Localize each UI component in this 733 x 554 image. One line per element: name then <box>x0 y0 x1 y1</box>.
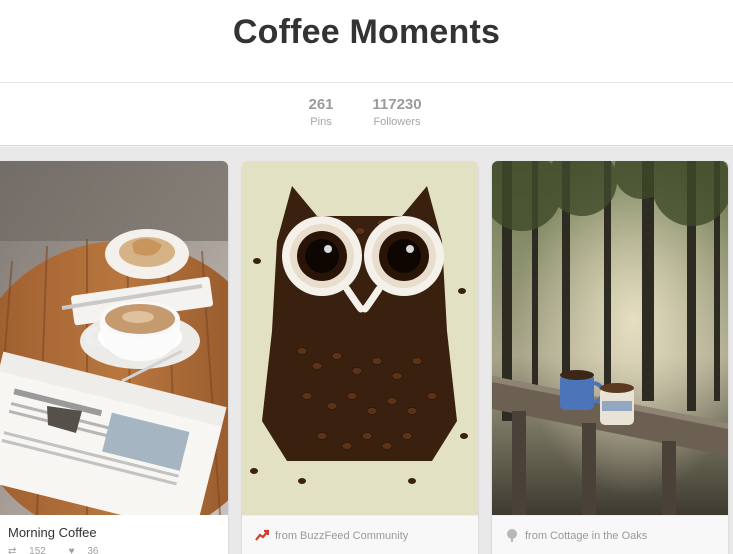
pins-count: 261 <box>308 96 334 113</box>
pin-source-text: from Cottage in the Oaks <box>525 530 648 542</box>
pin-image[interactable] <box>242 161 478 515</box>
heart-icon: ♥ <box>68 546 75 554</box>
pin-source-bar[interactable]: from Cottage in the Oaks <box>492 515 728 554</box>
pin-grid: Morning Coffee ⇄ 152 ♥ 36 from BuzzFeed … <box>0 147 733 554</box>
board-title: Coffee Moments <box>232 13 501 51</box>
coffee-table-photo <box>0 161 228 515</box>
pin-image[interactable] <box>492 161 728 515</box>
followers-label: Followers <box>373 116 421 128</box>
pins-stat[interactable]: 261 Pins <box>300 96 342 128</box>
board-stats-bar: 261 Pins 117230 Followers <box>0 83 733 146</box>
pin-card[interactable]: from BuzzFeed Community <box>242 161 478 554</box>
board-page: Coffee Moments 261 Pins 117230 Followers <box>0 0 733 554</box>
repin-count: 152 <box>29 546 46 554</box>
trending-icon <box>255 529 269 541</box>
followers-stat[interactable]: 117230 Followers <box>362 96 432 128</box>
pin-source-bar[interactable]: from BuzzFeed Community <box>242 515 478 554</box>
pin-card[interactable]: from Cottage in the Oaks <box>492 161 728 554</box>
pin-image[interactable] <box>0 161 228 515</box>
forest-mugs-photo <box>492 161 728 515</box>
repin-icon: ⇄ <box>8 546 17 554</box>
pin-card[interactable]: Morning Coffee ⇄ 152 ♥ 36 <box>0 161 228 554</box>
like-count-group[interactable]: ♥ 36 <box>69 546 109 554</box>
pin-description: Morning Coffee <box>8 525 97 540</box>
repin-count-group[interactable]: ⇄ 152 <box>8 546 59 554</box>
followers-count: 117230 <box>372 96 422 113</box>
pins-label: Pins <box>310 116 332 128</box>
pin-source-text: from BuzzFeed Community <box>275 530 409 542</box>
tree-icon <box>507 529 517 542</box>
pin-meta: ⇄ 152 ♥ 36 <box>8 546 118 554</box>
coffee-owl-photo <box>242 161 478 515</box>
like-count: 36 <box>87 546 99 554</box>
board-header: Coffee Moments <box>0 0 733 83</box>
